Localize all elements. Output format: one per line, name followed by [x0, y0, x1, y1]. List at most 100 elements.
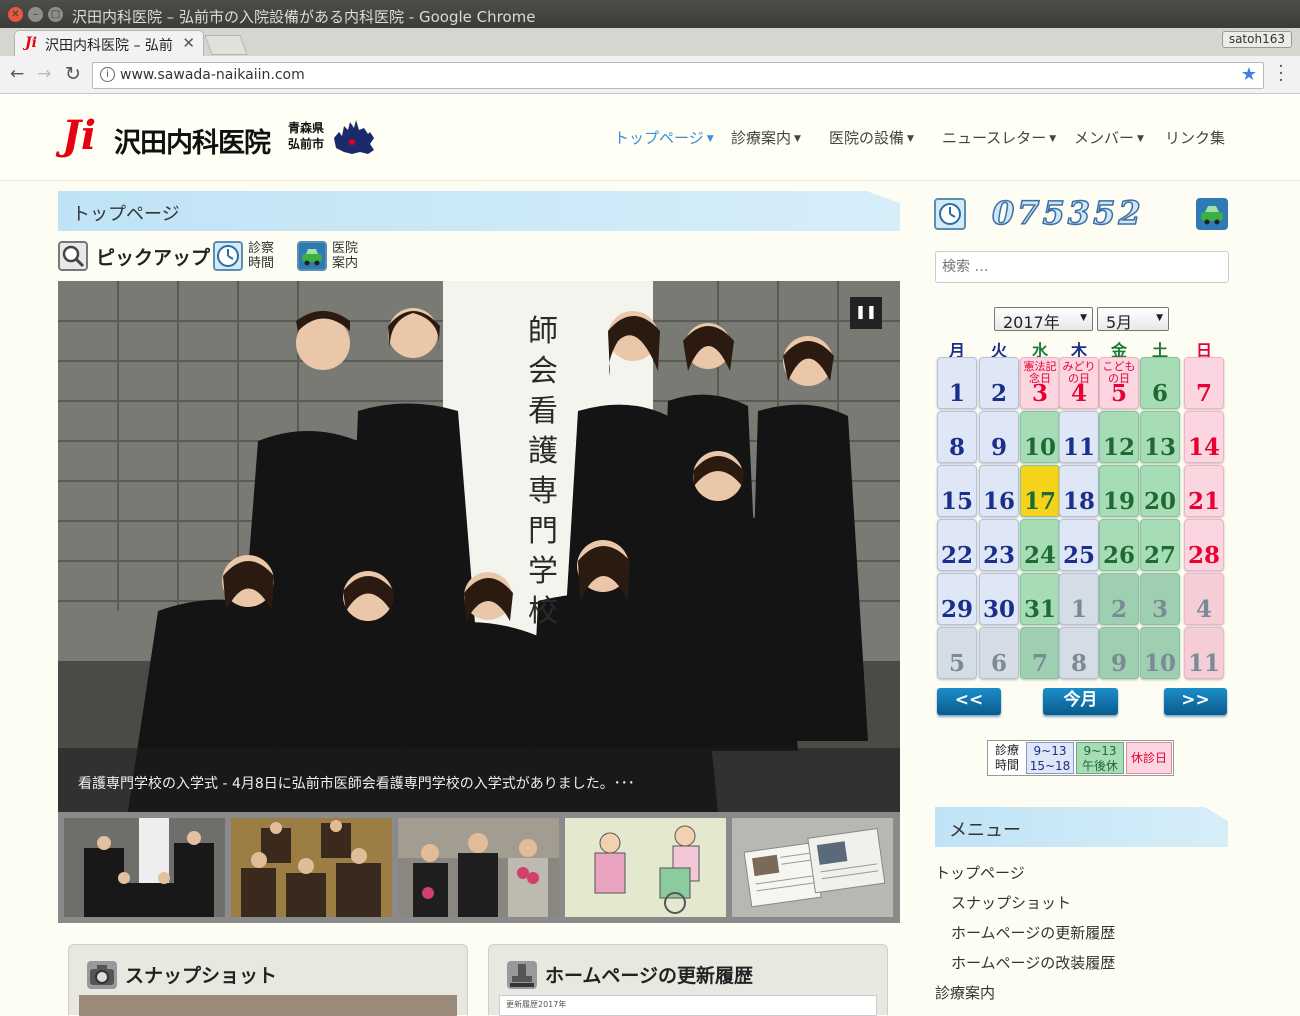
menu-item-snapshot[interactable]: スナップショット: [951, 892, 1071, 913]
close-tab-icon[interactable]: ✕: [182, 34, 195, 52]
snapshot-card-title[interactable]: スナップショット: [125, 961, 277, 988]
thumbnail-1[interactable]: [64, 818, 225, 917]
browser-tab[interactable]: Ji 沢田内科医院 – 弘前 ✕: [14, 30, 204, 56]
menu-item-top-page[interactable]: トップページ: [935, 862, 1025, 883]
calendar-day-next-month[interactable]: 10: [1140, 627, 1180, 679]
calendar-day[interactable]: 12: [1099, 411, 1139, 463]
logo-mark-icon[interactable]: Ji: [62, 116, 96, 156]
update-history-preview[interactable]: 更新履歴2017年: [499, 995, 877, 1016]
calendar-day[interactable]: 17: [1020, 465, 1060, 517]
calendar-day[interactable]: 2: [979, 357, 1019, 409]
calendar-day[interactable]: 9: [979, 411, 1019, 463]
calendar-day-next-month[interactable]: 4: [1184, 573, 1224, 625]
access-link[interactable]: 医院 案内: [332, 241, 358, 271]
calendar-day-next-month[interactable]: 1: [1059, 573, 1099, 625]
nav-facilities[interactable]: 医院の設備 ▼: [829, 127, 914, 148]
update-history-card-title[interactable]: ホームページの更新履歴: [545, 961, 753, 988]
calendar-day-next-month[interactable]: 9: [1099, 627, 1139, 679]
car-icon[interactable]: [297, 241, 327, 271]
calendar-day[interactable]: 13: [1140, 411, 1180, 463]
calendar-day[interactable]: 10: [1020, 411, 1060, 463]
pause-button[interactable]: ❚❚: [850, 297, 882, 329]
minimize-window-icon[interactable]: –: [28, 7, 43, 22]
calendar-day[interactable]: 20: [1140, 465, 1180, 517]
calendar-day[interactable]: 22: [937, 519, 977, 571]
profile-button[interactable]: satoh163: [1221, 31, 1292, 48]
hours-link[interactable]: 診察 時間: [248, 241, 274, 271]
calendar-day[interactable]: 29: [937, 573, 977, 625]
maximize-window-icon[interactable]: □: [48, 7, 63, 22]
favicon-icon: Ji: [25, 35, 37, 51]
calendar-day-next-month[interactable]: 8: [1059, 627, 1099, 679]
calendar-day-next-month[interactable]: 2: [1099, 573, 1139, 625]
calendar-day[interactable]: 24: [1020, 519, 1060, 571]
address-bar[interactable]: i www.sawada-naikaiin.com ★: [92, 62, 1264, 89]
slide-caption[interactable]: 看護専門学校の入学式 - 4月8日に弘前市医師会看護専門学校の入学式がありました…: [78, 773, 635, 793]
logo-pref-line-2: 弘前市: [288, 137, 325, 151]
menu-item-redesign-history[interactable]: ホームページの改装履歴: [951, 952, 1115, 973]
url-text[interactable]: www.sawada-naikaiin.com: [120, 67, 305, 83]
next-month-button[interactable]: >>: [1164, 688, 1227, 715]
slideshow-image[interactable]: 師会看護専門学校: [58, 281, 900, 812]
calendar-day[interactable]: 26: [1099, 519, 1139, 571]
calendar-day[interactable]: 7: [1184, 357, 1224, 409]
calendar-day-next-month[interactable]: 7: [1020, 627, 1060, 679]
forward-arrow-icon[interactable]: →: [37, 64, 51, 84]
snapshot-preview-strip[interactable]: [79, 995, 457, 1016]
calendar-day[interactable]: 30: [979, 573, 1019, 625]
calendar-day[interactable]: 16: [979, 465, 1019, 517]
magnifier-icon: [58, 241, 88, 271]
clock-icon[interactable]: [213, 241, 243, 271]
new-tab-button[interactable]: [204, 35, 248, 55]
calendar-day[interactable]: 6: [1140, 357, 1180, 409]
thumbnail-5[interactable]: [732, 818, 893, 917]
thumbnail-2[interactable]: [231, 818, 392, 917]
calendar-day[interactable]: 1: [937, 357, 977, 409]
svg-text:会: 会: [528, 354, 558, 389]
calendar-day[interactable]: 11: [1059, 411, 1099, 463]
calendar-day[interactable]: 27: [1140, 519, 1180, 571]
nav-members[interactable]: メンバー ▼: [1074, 127, 1144, 148]
day-number: 31: [1023, 596, 1056, 623]
calendar-day[interactable]: 18: [1059, 465, 1099, 517]
svg-text:専: 専: [528, 474, 558, 509]
calendar-day[interactable]: みどり の日 4: [1059, 357, 1099, 409]
calendar-day[interactable]: 25: [1059, 519, 1099, 571]
calendar-day[interactable]: こども の日 5: [1099, 357, 1139, 409]
reload-icon[interactable]: ↻: [65, 63, 81, 85]
month-select[interactable]: 5月 ▼: [1097, 307, 1169, 332]
back-arrow-icon[interactable]: ←: [10, 64, 24, 84]
calendar-day[interactable]: 8: [937, 411, 977, 463]
calendar-day[interactable]: 21: [1184, 465, 1224, 517]
calendar-day[interactable]: 憲法記 念日 3: [1020, 357, 1060, 409]
calendar-day[interactable]: 28: [1184, 519, 1224, 571]
thumbnail-4[interactable]: [565, 818, 726, 917]
bookmark-star-icon[interactable]: ★: [1241, 64, 1257, 85]
calendar-day[interactable]: 15: [937, 465, 977, 517]
menu-item-update-history[interactable]: ホームページの更新履歴: [951, 922, 1115, 943]
nav-newsletter[interactable]: ニュースレター ▼: [942, 127, 1056, 148]
calendar-day[interactable]: 31: [1020, 573, 1060, 625]
calendar-day[interactable]: 14: [1184, 411, 1224, 463]
hours-link-line-1: 診察: [248, 241, 275, 256]
calendar-day-next-month[interactable]: 6: [979, 627, 1019, 679]
calendar-day-next-month[interactable]: 5: [937, 627, 977, 679]
calendar-day[interactable]: 19: [1099, 465, 1139, 517]
page-title-bar: トップページ: [58, 191, 900, 231]
close-window-icon[interactable]: ✕: [8, 7, 23, 22]
year-select[interactable]: 2017年 ▼: [994, 307, 1093, 332]
search-input[interactable]: [935, 251, 1229, 283]
prev-month-button[interactable]: <<: [937, 688, 1001, 715]
nav-links[interactable]: リンク集: [1165, 127, 1225, 148]
menu-item-clinic-guide[interactable]: 診療案内: [935, 982, 995, 1003]
calendar-day-next-month[interactable]: 3: [1140, 573, 1180, 625]
logo-text[interactable]: 沢田内科医院: [114, 121, 271, 160]
menu-kebab-icon[interactable]: · · ·: [1276, 59, 1286, 90]
thumbnail-3[interactable]: [398, 818, 559, 917]
nav-clinic-guide[interactable]: 診療案内 ▼: [731, 127, 801, 148]
current-month-button[interactable]: 今月: [1043, 688, 1118, 715]
info-icon[interactable]: i: [100, 67, 115, 82]
calendar-day-next-month[interactable]: 11: [1184, 627, 1224, 679]
calendar-day[interactable]: 23: [979, 519, 1019, 571]
nav-top-page[interactable]: トップページ ▼: [614, 127, 714, 148]
